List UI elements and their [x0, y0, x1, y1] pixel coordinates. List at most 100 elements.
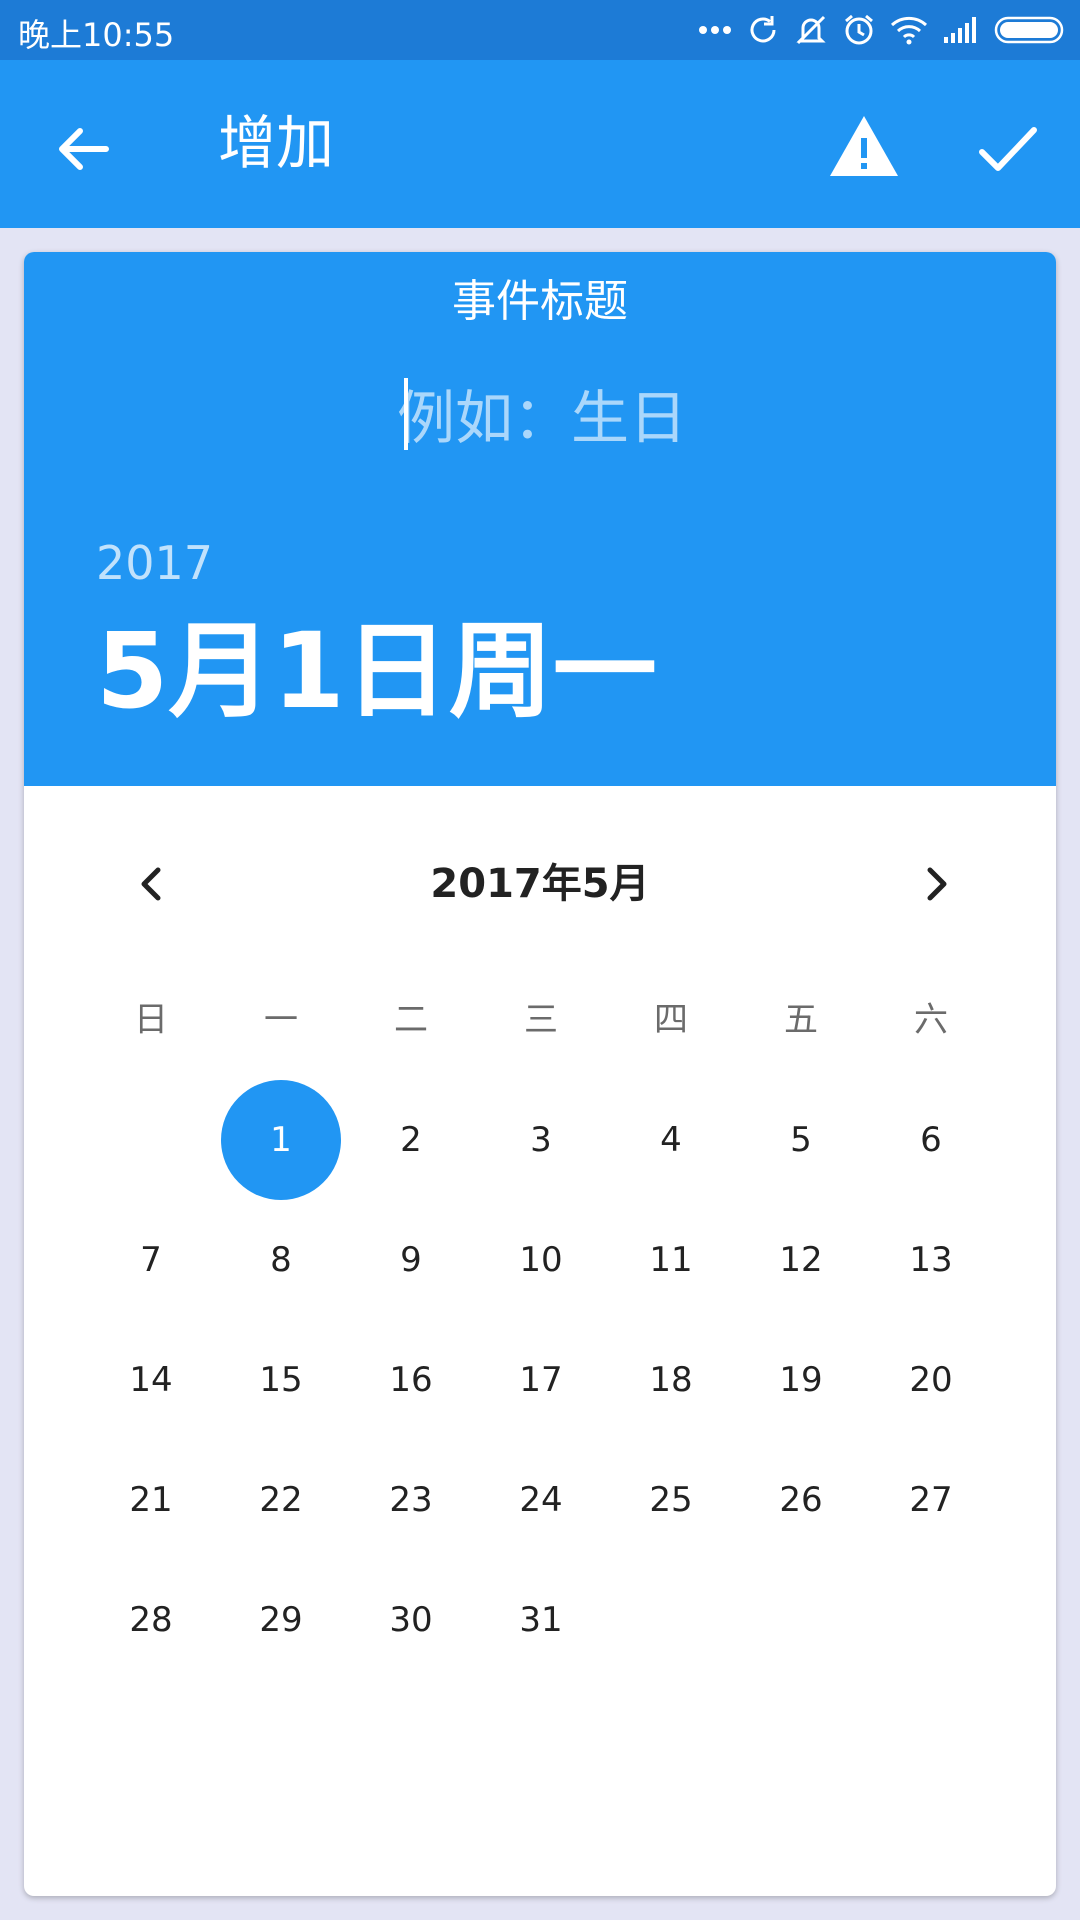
weekday-label: 四	[654, 1000, 688, 1040]
day-cell[interactable]: 14	[86, 1320, 216, 1440]
month-nav: 2017年5月	[24, 844, 1056, 924]
day-cell[interactable]: 2	[346, 1080, 476, 1200]
day-cell[interactable]: 16	[346, 1320, 476, 1440]
day-number: 21	[129, 1480, 173, 1520]
card-header: 事件标题 2017 5月1日周一	[24, 252, 1056, 786]
day-cell[interactable]: 7	[86, 1200, 216, 1320]
day-cell[interactable]: 5	[736, 1080, 866, 1200]
day-cell[interactable]: 11	[606, 1200, 736, 1320]
weekday-label: 一	[264, 1000, 298, 1040]
app-bar: 增加	[0, 60, 1080, 228]
day-cell[interactable]: 18	[606, 1320, 736, 1440]
status-icons	[698, 10, 1066, 50]
day-number: 17	[519, 1360, 563, 1400]
day-number: 23	[389, 1480, 433, 1520]
empty-day-cell	[86, 1080, 216, 1200]
day-cell[interactable]: 22	[216, 1440, 346, 1560]
weekday-label: 日	[134, 1000, 168, 1040]
day-cell[interactable]: 24	[476, 1440, 606, 1560]
day-cell[interactable]: 30	[346, 1560, 476, 1680]
day-cell[interactable]: 28	[86, 1560, 216, 1680]
weekday-header: 日一二三四五六	[86, 990, 996, 1050]
day-cell[interactable]: 10	[476, 1200, 606, 1320]
selected-date[interactable]: 5月1日周一	[96, 606, 657, 736]
day-number: 12	[779, 1240, 823, 1280]
chevron-right-icon	[927, 867, 947, 901]
day-number: 27	[909, 1480, 953, 1520]
event-title-input[interactable]	[24, 374, 1056, 462]
day-number: 7	[140, 1240, 162, 1280]
day-number: 18	[649, 1360, 693, 1400]
day-number: 6	[920, 1120, 942, 1160]
weekday-label: 二	[394, 1000, 428, 1040]
signal-icon	[942, 15, 980, 45]
day-number: 20	[909, 1360, 953, 1400]
sync-icon	[746, 13, 780, 47]
silent-icon	[794, 13, 828, 47]
day-number: 5	[790, 1120, 812, 1160]
warning-icon	[830, 116, 898, 176]
more-dots-icon	[698, 25, 732, 35]
day-number: 24	[519, 1480, 563, 1520]
day-number: 31	[519, 1600, 563, 1640]
arrow-left-icon	[59, 128, 109, 170]
day-cell[interactable]: 8	[216, 1200, 346, 1320]
status-bar: 晚上10:55	[0, 0, 1080, 60]
date-card: 事件标题 2017 5月1日周一 2017年5月 日一二三四五六 1234567…	[24, 252, 1056, 1896]
day-cell[interactable]: 13	[866, 1200, 996, 1320]
day-cell[interactable]: 25	[606, 1440, 736, 1560]
day-number: 15	[259, 1360, 303, 1400]
day-number: 14	[129, 1360, 173, 1400]
weekday-label: 五	[784, 1000, 818, 1040]
day-cell[interactable]: 15	[216, 1320, 346, 1440]
day-number: 13	[909, 1240, 953, 1280]
event-title-label: 事件标题	[452, 276, 628, 327]
status-time: 晚上10:55	[18, 16, 175, 54]
day-cell[interactable]: 9	[346, 1200, 476, 1320]
day-number: 29	[259, 1600, 303, 1640]
battery-icon	[994, 15, 1066, 45]
day-number: 8	[270, 1240, 292, 1280]
day-cell[interactable]: 19	[736, 1320, 866, 1440]
day-cell[interactable]: 12	[736, 1200, 866, 1320]
day-number: 2	[400, 1120, 422, 1160]
calendar-grid: 1 2 3 4 5 6 7 8 9 10 11 12 13 14 15 16 17 18 19 20 21 22 23 24 2…	[86, 1080, 996, 1680]
warning-button[interactable]	[826, 108, 902, 184]
day-cell[interactable]: 26	[736, 1440, 866, 1560]
day-number: 4	[660, 1120, 682, 1160]
day-cell[interactable]: 27	[866, 1440, 996, 1560]
day-number: 22	[259, 1480, 303, 1520]
day-cell[interactable]: 17	[476, 1320, 606, 1440]
day-number: 26	[779, 1480, 823, 1520]
day-number: 16	[389, 1360, 433, 1400]
day-number: 1	[270, 1120, 292, 1160]
next-month-button[interactable]	[908, 856, 964, 912]
weekday-label: 三	[524, 1000, 558, 1040]
chevron-left-icon	[141, 867, 161, 901]
day-cell[interactable]: 23	[346, 1440, 476, 1560]
confirm-button[interactable]	[972, 114, 1044, 186]
day-number: 25	[649, 1480, 693, 1520]
day-cell[interactable]: 6	[866, 1080, 996, 1200]
selected-day[interactable]: 1	[216, 1080, 346, 1200]
selected-year[interactable]: 2017	[96, 536, 213, 590]
alarm-icon	[842, 13, 876, 47]
text-cursor	[404, 378, 408, 450]
day-number: 28	[129, 1600, 173, 1640]
day-number: 10	[519, 1240, 563, 1280]
day-cell[interactable]: 3	[476, 1080, 606, 1200]
page-title: 增加	[218, 109, 335, 177]
weekday-label: 六	[914, 1000, 948, 1040]
day-number: 30	[389, 1600, 433, 1640]
day-cell[interactable]: 31	[476, 1560, 606, 1680]
day-number: 9	[400, 1240, 422, 1280]
day-cell[interactable]: 4	[606, 1080, 736, 1200]
check-icon	[979, 127, 1037, 171]
back-button[interactable]	[48, 114, 118, 184]
day-cell[interactable]: 20	[866, 1320, 996, 1440]
wifi-icon	[890, 15, 928, 45]
day-number: 19	[779, 1360, 823, 1400]
day-cell[interactable]: 29	[216, 1560, 346, 1680]
day-cell[interactable]: 21	[86, 1440, 216, 1560]
prev-month-button[interactable]	[124, 856, 180, 912]
